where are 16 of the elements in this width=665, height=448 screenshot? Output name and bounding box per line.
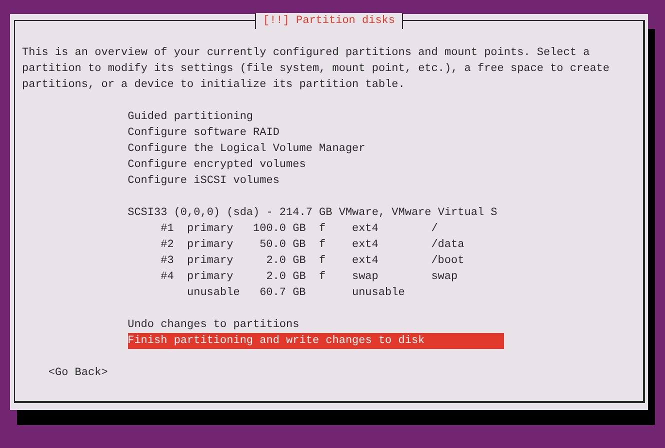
disk-entry[interactable]: SCSI33 (0,0,0) (sda) - 214.7 GB VMware, VMware Virtual S bbox=[128, 205, 504, 221]
menu-item[interactable]: Undo changes to partitions bbox=[128, 317, 504, 333]
menu-item[interactable]: Configure encrypted volumes bbox=[128, 157, 504, 173]
menu-item[interactable]: Configure iSCSI volumes bbox=[128, 173, 504, 189]
go-back-button[interactable]: <Go Back> bbox=[48, 365, 108, 381]
partition-row[interactable]: #2 primary 50.0 GB f ext4 /data bbox=[160, 237, 643, 253]
partition-row[interactable]: #3 primary 2.0 GB f ext4 /boot bbox=[160, 253, 643, 269]
partition-row[interactable]: #4 primary 2.0 GB f swap swap bbox=[160, 269, 643, 285]
partition-row[interactable]: #1 primary 100.0 GB f ext4 / bbox=[160, 221, 643, 237]
dialog-title: [!!] Partition disks bbox=[254, 13, 404, 29]
menu-item[interactable]: Guided partitioning bbox=[128, 109, 504, 125]
description-text: This is an overview of your currently configured partitions and mount points. Select a partition to modify its settings (file system, mount point, etc.), a free space to create partitions, or a device to initialize its partition table. bbox=[22, 46, 610, 93]
menu-item[interactable]: Configure software RAID bbox=[128, 125, 504, 141]
menu-item[interactable]: Configure the Logical Volume Manager bbox=[128, 141, 504, 157]
menu-item[interactable]: Finish partitioning and write changes to disk bbox=[128, 333, 504, 349]
partition-row[interactable]: unusable 60.7 GB unusable bbox=[160, 285, 643, 301]
